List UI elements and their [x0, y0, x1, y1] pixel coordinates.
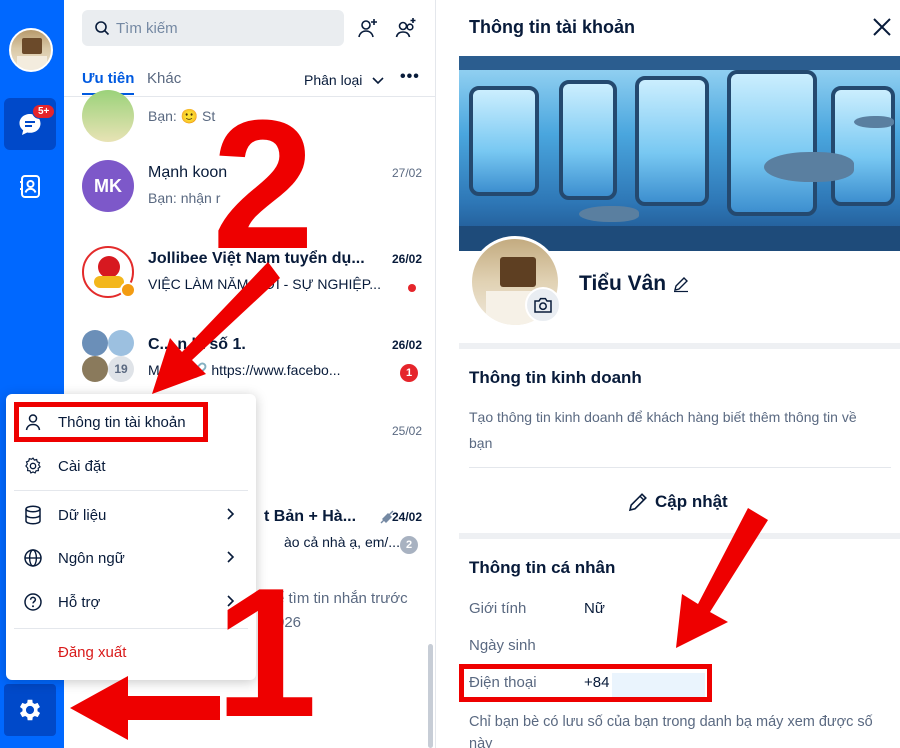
search-placeholder: Tìm kiếm [116, 19, 178, 37]
menu-item-support[interactable]: Hỗ trợ [14, 582, 248, 622]
unread-dot [408, 284, 416, 292]
menu-item-language[interactable]: Ngôn ngữ [14, 538, 248, 578]
menu-item-label: Dữ liệu [58, 506, 107, 524]
create-group-icon[interactable] [394, 16, 418, 40]
section-divider [459, 533, 900, 539]
user-avatar[interactable] [9, 28, 53, 72]
group-member-count: 19 [108, 356, 134, 382]
pencil-icon [628, 493, 647, 512]
business-info-description: Tạo thông tin kinh doanh để khách hàng b… [469, 409, 857, 451]
menu-item-data[interactable]: Dữ liệu [14, 495, 248, 535]
panel-title: Thông tin tài khoản [469, 17, 635, 37]
personal-info-title: Thông tin cá nhân [469, 558, 616, 577]
update-business-button[interactable]: Cập nhật [627, 488, 728, 516]
conversation-preview: Bạn: nhận r [148, 190, 221, 206]
group-member-avatar [108, 330, 134, 356]
scrollbar[interactable] [428, 644, 433, 748]
group-member-avatar [82, 356, 108, 382]
database-icon [22, 504, 44, 526]
conversation-avatar: MK [82, 160, 134, 212]
menu-divider [14, 490, 248, 491]
conversation-avatar [82, 90, 134, 142]
business-info-title: Thông tin kinh doanh [469, 368, 642, 387]
gear-icon [19, 699, 41, 721]
highlight-phone-field [459, 664, 712, 702]
help-icon [22, 591, 44, 613]
menu-divider [14, 628, 248, 629]
globe-icon [22, 547, 44, 569]
menu-item-label: Hỗ trợ [58, 593, 101, 611]
conversation-time: 25/02 [391, 424, 422, 438]
conversation-row[interactable]: 19 C... n là số 1. M... y: 🔗 https://www… [64, 318, 436, 398]
birthday-label: Ngày sinh [469, 637, 536, 654]
highlight-account-info [14, 402, 208, 442]
menu-item-label: Ngôn ngữ [58, 549, 125, 567]
conversation-time: 24/02 [391, 510, 422, 524]
divider [469, 467, 891, 468]
contacts-icon [20, 175, 40, 198]
unread-count-badge: 1 [400, 364, 418, 382]
gender-label: Giới tính [469, 600, 527, 617]
phone-visibility-note: Chỉ bạn bè có lưu số của bạn trong danh … [469, 714, 873, 748]
nav-contacts-button[interactable] [4, 160, 56, 212]
conversation-time: 26/02 [391, 252, 422, 266]
gender-value: Nữ [584, 600, 605, 617]
cover-photo[interactable] [459, 56, 900, 251]
verified-badge-icon [120, 282, 136, 298]
menu-item-logout[interactable]: Đăng xuất [14, 632, 248, 672]
close-icon[interactable] [871, 16, 893, 38]
change-avatar-button[interactable] [525, 287, 561, 323]
conversation-time: 27/02 [391, 166, 422, 180]
chevron-right-icon [227, 508, 235, 520]
conversation-time: 26/02 [391, 338, 422, 352]
step-one-number: 1 [215, 549, 318, 748]
gear-icon [22, 455, 44, 477]
nav-messages-button[interactable]: 5+ [4, 98, 56, 150]
conversation-preview: ào cả nhà ạ, em/... [284, 534, 400, 550]
camera-icon [534, 297, 552, 313]
conversation-name: C... n là số 1. [148, 336, 246, 353]
step-two-number: 2 [212, 81, 315, 287]
search-input[interactable]: Tìm kiếm [82, 10, 344, 46]
account-info-panel: Thông tin tài khoản Tiểu Vân Thông tin k… [437, 0, 900, 748]
conversation-preview: M... y: 🔗 https://www.facebo... [148, 362, 341, 378]
unread-badge: 5+ [32, 104, 56, 119]
search-icon [95, 21, 110, 36]
add-friend-icon[interactable] [356, 16, 380, 40]
conversation-name: t Bản + Hà... [264, 508, 357, 525]
menu-item-label: Cài đặt [58, 457, 106, 475]
conversation-preview: Bạn: 🙂 St [148, 108, 216, 124]
unread-count-badge: 2 [400, 536, 418, 554]
group-member-avatar [82, 330, 108, 356]
profile-name: Tiểu Vân [579, 272, 667, 295]
section-divider [459, 343, 900, 349]
menu-item-settings[interactable]: Cài đặt [14, 446, 248, 486]
nav-settings-button[interactable] [4, 684, 56, 736]
update-label: Cập nhật [655, 492, 728, 511]
edit-name-icon[interactable] [672, 275, 690, 293]
